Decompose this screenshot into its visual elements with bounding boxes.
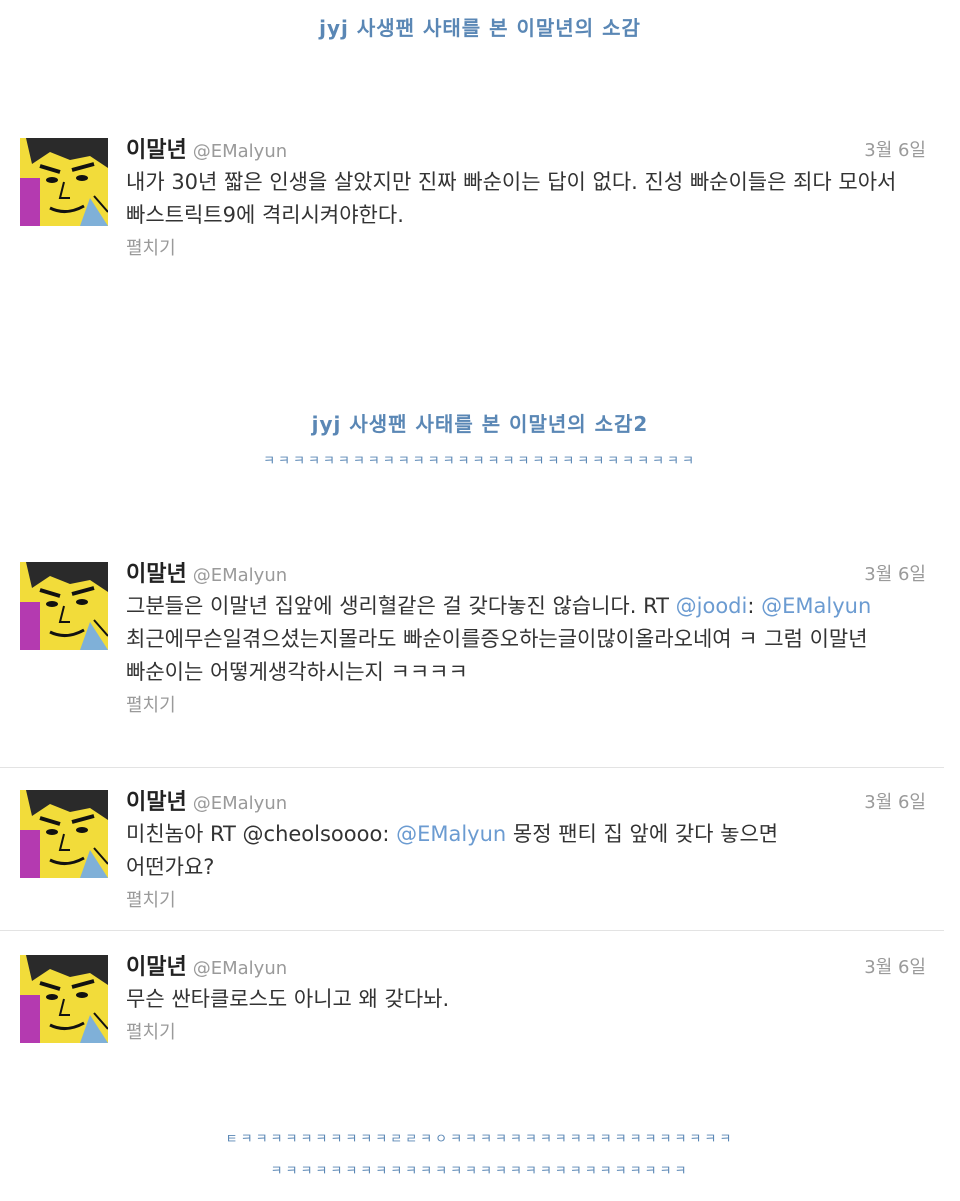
expand-link[interactable]: 펼치기: [126, 691, 926, 717]
tweet-text: 무슨 싼타클로스도 아니고 왜 갖다놔.: [126, 987, 450, 1011]
mention-link[interactable]: @EMalyun: [761, 594, 871, 618]
cartoon-face-avatar-icon[interactable]: [20, 955, 108, 1043]
tweet-date[interactable]: 3월 6일: [864, 953, 926, 979]
expand-link[interactable]: 펼치기: [126, 234, 926, 260]
tweet-date[interactable]: 3월 6일: [864, 560, 926, 586]
divider: [0, 930, 944, 931]
divider: [0, 767, 944, 768]
tweet-text-colon: :: [747, 594, 762, 618]
user-name[interactable]: 이말년: [126, 955, 187, 980]
tweet-date[interactable]: 3월 6일: [864, 788, 926, 814]
tweet-date[interactable]: 3월 6일: [864, 136, 926, 162]
tweet-text-pre: 그분들은 이말년 집앞에 생리혈같은 걸 갖다놓진 않습니다. RT: [126, 594, 676, 618]
expand-link[interactable]: 펼치기: [126, 886, 926, 912]
cartoon-face-avatar-icon[interactable]: [20, 790, 108, 878]
expand-link[interactable]: 펼치기: [126, 1018, 926, 1044]
user-name[interactable]: 이말년: [126, 138, 187, 163]
cartoon-face-avatar-icon[interactable]: [20, 562, 108, 650]
headline-2: jyj 사생팬 사태를 본 이말년의 소감2: [311, 412, 649, 436]
user-handle[interactable]: @EMalyun: [193, 958, 287, 979]
tweet-text-pre: 미친놈아 RT @cheolsoooo:: [126, 822, 397, 846]
tweet-text: 내가 30년 짧은 인생을 살았지만 진짜 빠순이는 답이 없다. 진성 빠순이…: [126, 170, 897, 227]
cartoon-face-avatar-icon[interactable]: [20, 138, 108, 226]
laugh-line-3: ㅋㅋㅋㅋㅋㅋㅋㅋㅋㅋㅋㅋㅋㅋㅋㅋㅋㅋㅋㅋㅋㅋㅋㅋㅋㅋㅋㅋ: [270, 1164, 690, 1179]
mention-link[interactable]: @EMalyun: [396, 822, 506, 846]
tweet-text-post: 최근에무슨일겪으셨는지몰라도 빠순이를증오하는글이많이올라오네여 ㅋ 그럼 이말…: [126, 627, 868, 684]
user-name[interactable]: 이말년: [126, 790, 187, 815]
tweet-text: 그분들은 이말년 집앞에 생리혈같은 걸 갖다놓진 않습니다. RT @jood…: [126, 590, 926, 689]
user-handle[interactable]: @EMalyun: [193, 565, 287, 586]
mention-link[interactable]: @joodi: [676, 594, 748, 618]
laugh-line-1: ㅋㅋㅋㅋㅋㅋㅋㅋㅋㅋㅋㅋㅋㅋㅋㅋㅋㅋㅋㅋㅋㅋㅋㅋㅋㅋㅋㅋㅋ: [263, 454, 697, 469]
user-handle[interactable]: @EMalyun: [193, 141, 287, 162]
user-name[interactable]: 이말년: [126, 562, 187, 587]
user-handle[interactable]: @EMalyun: [193, 793, 287, 814]
headline-1: jyj 사생팬 사태를 본 이말년의 소감: [319, 16, 641, 40]
laugh-line-2: ㅌㅋㅋㅋㅋㅋㅋㅋㅋㅋㅋㄹㄹㅋㅇㅋㅋㅋㅋㅋㅋㅋㅋㅋㅋㅋㅋㅋㅋㅋㅋㅋㅋㅋ: [225, 1132, 735, 1147]
tweet-text: 미친놈아 RT @cheolsoooo: @EMalyun 몽정 팬티 집 앞에…: [126, 818, 856, 884]
